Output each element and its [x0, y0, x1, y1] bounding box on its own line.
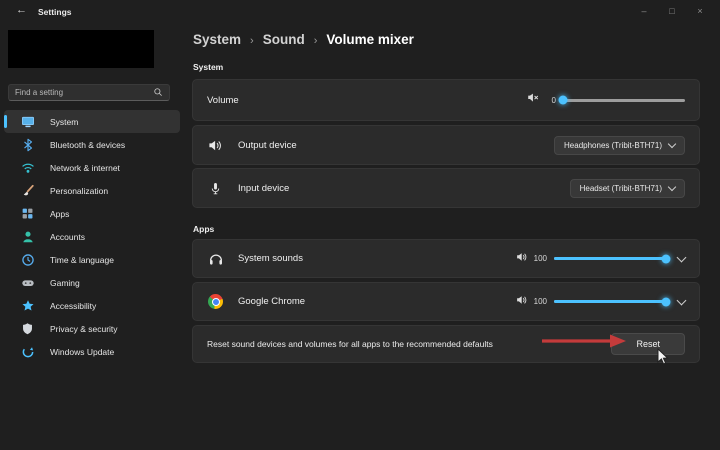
sidebar-item-label: Gaming: [50, 278, 80, 288]
gamepad-icon: [20, 275, 35, 290]
slider-thumb[interactable]: [662, 254, 671, 263]
monitor-icon: [20, 114, 35, 129]
sidebar-item-label: Accessibility: [50, 301, 96, 311]
search-input[interactable]: Find a setting: [8, 84, 170, 101]
speaker-volume-icon[interactable]: [516, 293, 528, 311]
output-device-value: Headphones (Tribit-BTH71): [564, 141, 662, 150]
section-header-apps: Apps: [193, 224, 214, 234]
breadcrumb: System › Sound › Volume mixer: [193, 32, 414, 47]
output-device-label: Output device: [238, 140, 297, 151]
app-title: Settings: [38, 7, 72, 17]
output-device-row: Output device Headphones (Tribit-BTH71): [192, 125, 700, 165]
bluetooth-icon: [20, 137, 35, 152]
apps-grid-icon: [20, 206, 35, 221]
sidebar-item-label: System: [50, 117, 78, 127]
sidebar-item-label: Personalization: [50, 186, 108, 196]
google-chrome-row: Google Chrome 100: [192, 282, 700, 321]
slider-thumb[interactable]: [662, 297, 671, 306]
sidebar-item-label: Privacy & security: [50, 324, 118, 334]
sidebar-item-windows-update[interactable]: Windows Update: [4, 340, 180, 363]
google-chrome-value: 100: [534, 297, 547, 306]
account-redacted-block: [8, 30, 154, 68]
accessibility-icon: [20, 298, 35, 313]
sidebar-item-label: Apps: [50, 209, 69, 219]
volume-row: Volume 0: [192, 79, 700, 121]
close-button[interactable]: ×: [686, 2, 714, 20]
expand-chevron-icon[interactable]: [678, 300, 685, 304]
network-icon: [20, 160, 35, 175]
sidebar-item-gaming[interactable]: Gaming: [4, 271, 180, 294]
sidebar-item-accounts[interactable]: Accounts: [4, 225, 180, 248]
sidebar-item-label: Time & language: [50, 255, 114, 265]
slider-thumb[interactable]: [559, 96, 568, 105]
back-button[interactable]: ←: [16, 4, 27, 16]
search-placeholder: Find a setting: [15, 88, 153, 97]
expand-chevron-icon[interactable]: [678, 257, 685, 261]
volume-label: Volume: [207, 95, 239, 106]
chevron-down-icon: [668, 139, 676, 147]
sidebar-item-label: Windows Update: [50, 347, 114, 357]
sidebar-item-system[interactable]: System: [4, 110, 180, 133]
reset-row: Reset sound devices and volumes for all …: [192, 325, 700, 363]
search-icon: [153, 87, 163, 99]
sidebar-item-accessibility[interactable]: Accessibility: [4, 294, 180, 317]
system-sounds-row: System sounds 100: [192, 239, 700, 278]
input-device-dropdown[interactable]: Headset (Tribit-BTH71): [570, 179, 685, 198]
input-device-row: Input device Headset (Tribit-BTH71): [192, 168, 700, 208]
titlebar: ← Settings – □ ×: [0, 0, 720, 24]
speaker-icon: [207, 138, 224, 153]
chrome-icon: [207, 294, 224, 309]
sidebar-item-label: Network & internet: [50, 163, 120, 173]
input-device-label: Input device: [238, 183, 289, 194]
google-chrome-slider[interactable]: [554, 300, 666, 303]
chevron-down-icon: [668, 182, 676, 190]
update-icon: [20, 344, 35, 359]
system-sounds-value: 100: [534, 254, 547, 263]
volume-slider[interactable]: [563, 99, 685, 102]
shield-icon: [20, 321, 35, 336]
sidebar-item-privacy[interactable]: Privacy & security: [4, 317, 180, 340]
mute-speaker-icon[interactable]: [527, 91, 540, 109]
breadcrumb-separator: ›: [314, 35, 318, 47]
sidebar: Find a setting System Bluetooth & device…: [0, 24, 184, 450]
sidebar-item-bluetooth[interactable]: Bluetooth & devices: [4, 133, 180, 156]
breadcrumb-separator: ›: [250, 35, 254, 47]
microphone-icon: [207, 182, 224, 195]
maximize-button[interactable]: □: [658, 2, 686, 20]
sidebar-item-label: Bluetooth & devices: [50, 140, 125, 150]
headphones-icon: [207, 251, 224, 267]
clock-icon: [20, 252, 35, 267]
sidebar-nav: System Bluetooth & devices Network & int…: [0, 110, 184, 363]
speaker-volume-icon[interactable]: [516, 250, 528, 268]
volume-value: 0: [546, 96, 556, 105]
sidebar-item-label: Accounts: [50, 232, 85, 242]
sidebar-item-time-language[interactable]: Time & language: [4, 248, 180, 271]
breadcrumb-sound[interactable]: Sound: [263, 32, 305, 47]
output-device-dropdown[interactable]: Headphones (Tribit-BTH71): [554, 136, 685, 155]
reset-description: Reset sound devices and volumes for all …: [207, 339, 493, 349]
person-icon: [20, 229, 35, 244]
reset-button[interactable]: Reset: [611, 333, 685, 355]
minimize-button[interactable]: –: [630, 2, 658, 20]
input-device-value: Headset (Tribit-BTH71): [580, 184, 662, 193]
sidebar-item-apps[interactable]: Apps: [4, 202, 180, 225]
section-header-system: System: [193, 62, 223, 72]
window-controls: – □ ×: [630, 2, 714, 20]
page-title: Volume mixer: [326, 32, 414, 47]
sidebar-item-personalization[interactable]: Personalization: [4, 179, 180, 202]
system-sounds-label: System sounds: [238, 253, 303, 264]
google-chrome-label: Google Chrome: [238, 296, 305, 307]
breadcrumb-system[interactable]: System: [193, 32, 241, 47]
settings-window: ← Settings – □ × Find a setting System: [0, 0, 720, 450]
paintbrush-icon: [20, 183, 35, 198]
sidebar-item-network[interactable]: Network & internet: [4, 156, 180, 179]
system-sounds-slider[interactable]: [554, 257, 666, 260]
